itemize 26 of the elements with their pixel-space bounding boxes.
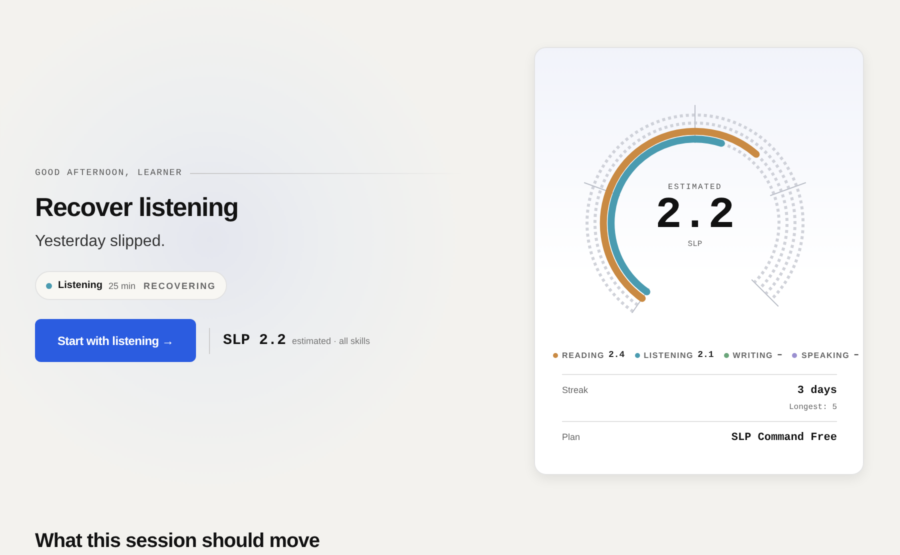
gauge-value: 2.2 <box>655 192 735 240</box>
section-title: What this session should move <box>35 530 320 553</box>
legend-value: 2.1 <box>698 350 714 360</box>
legend-value: 2.4 <box>608 350 625 360</box>
subtitle: Yesterday slipped. <box>35 233 166 251</box>
gauge-caption: ESTIMATED <box>668 183 722 192</box>
duration: 25 min <box>108 280 136 290</box>
legend-value: – <box>854 350 860 360</box>
legend-value: – <box>777 350 782 360</box>
row-label: Plan <box>562 432 580 444</box>
start-button[interactable]: Start with listening → <box>35 319 196 362</box>
greeting-eyebrow: GOOD AFTERNOON, LEARNER <box>35 168 182 178</box>
status-label: RECOVERING <box>143 280 216 290</box>
legend-skill: WRITING <box>732 350 774 360</box>
row-label: Streak <box>562 385 588 397</box>
skill-name: Listening <box>58 280 102 291</box>
row-value: SLP Command Free <box>731 432 837 444</box>
legend-skill: READING <box>562 350 604 360</box>
score-value: SLP 2.2 <box>223 332 286 349</box>
score-note: estimated · all skills <box>292 336 370 346</box>
legend-skill: LISTENING <box>644 350 694 360</box>
gauge-unit: SLP <box>688 240 702 249</box>
legend-skill: SPEAKING <box>801 350 850 360</box>
row-value: 3 days <box>797 385 837 397</box>
page-title: Recover listening <box>35 192 240 223</box>
row-detail: Longest: 5 <box>788 403 837 412</box>
